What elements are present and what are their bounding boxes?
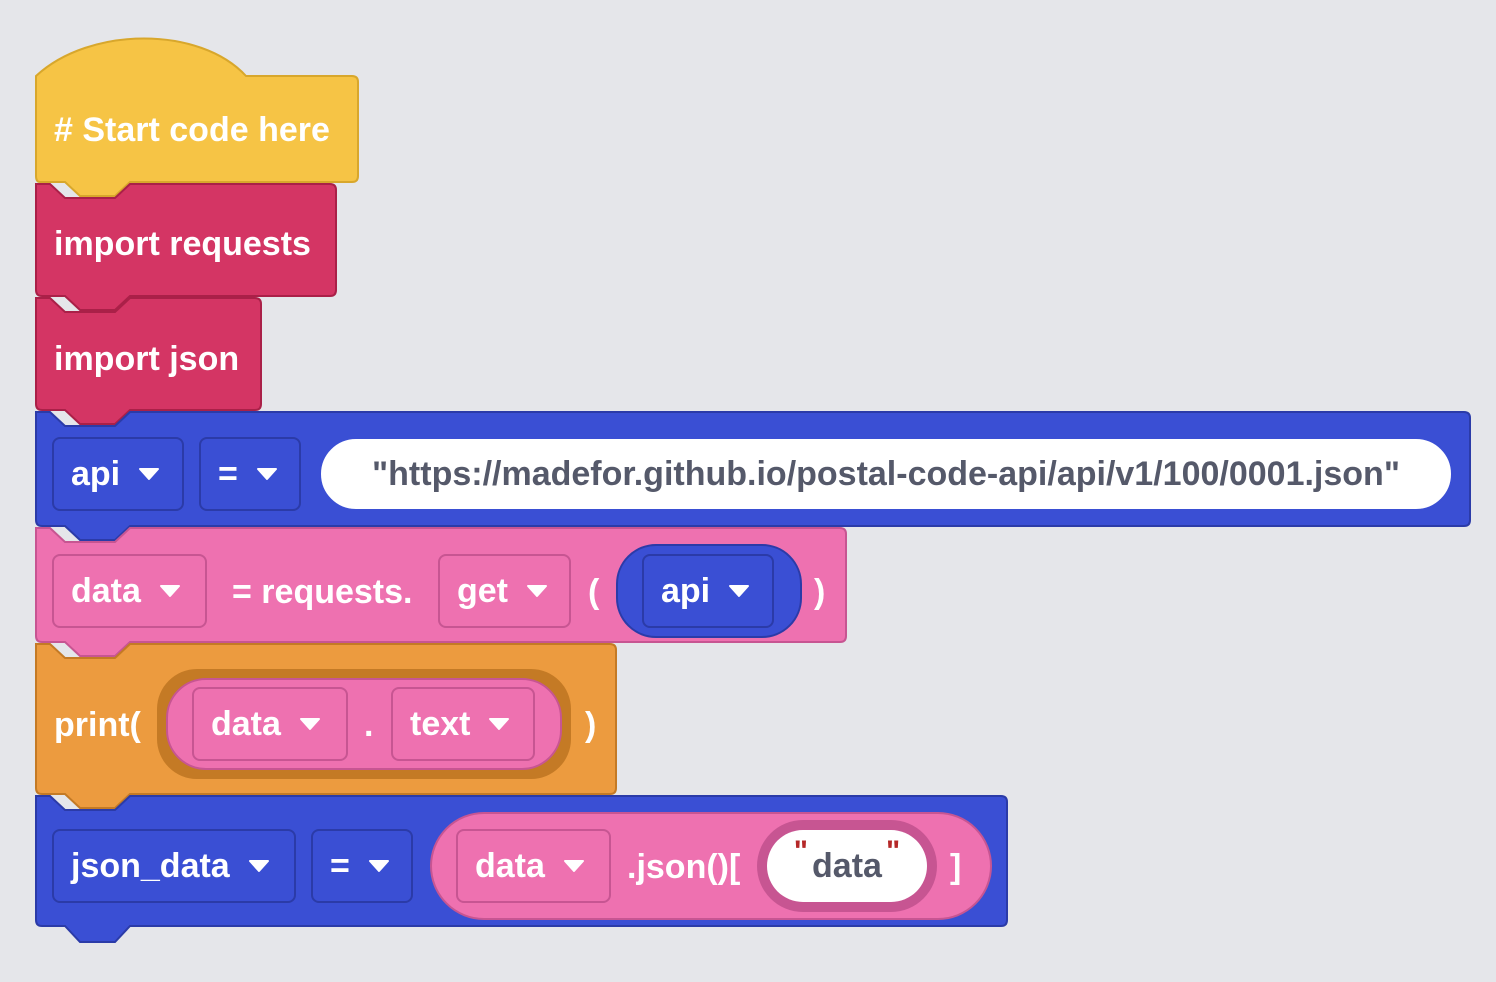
key-string-label: data [812,846,882,885]
json-variable-dropdown[interactable]: json_data [52,829,296,903]
caret-down-icon [256,468,277,480]
close-paren-label: ) [814,573,826,611]
caret-down-icon [159,585,180,597]
close-quote-mark: " [885,835,901,868]
api-operator-dropdown[interactable]: = [199,437,301,511]
print-attribute-label: text [410,704,471,743]
dot-label: . [364,706,374,744]
data-variable-dropdown[interactable]: data [52,554,207,628]
caret-down-icon [248,860,269,872]
json-object-label: data [475,846,545,885]
print-attribute-dropdown[interactable]: text [391,687,535,761]
data-variable-label: data [71,571,141,610]
import-requests-label: import requests [54,225,311,263]
caret-down-icon [139,468,160,480]
key-string-input[interactable]: " data " [767,830,927,902]
caret-down-icon [368,860,389,872]
caret-down-icon [299,718,320,730]
api-url-string-input[interactable]: "https://madefor.github.io/postal-code-a… [319,437,1453,511]
api-variable-label: api [71,454,121,493]
blocks-workspace[interactable]: # Start code here import requests import… [0,0,1496,982]
close-bracket-label: ] [950,848,962,886]
import-json-label: import json [54,340,240,378]
caret-down-icon [563,860,584,872]
request-method-label: get [457,571,508,610]
print-prefix-label: print( [54,706,141,744]
print-close-paren-label: ) [585,706,597,744]
open-quote-mark: " [793,835,809,868]
caret-down-icon [729,585,750,597]
print-object-dropdown[interactable]: data [192,687,348,761]
print-object-label: data [211,704,281,743]
caret-down-icon [527,585,547,597]
json-object-dropdown[interactable]: data [456,829,611,903]
requests-prefix-label: = requests. [232,573,413,611]
start-block-label: # Start code here [54,111,330,149]
open-paren-label: ( [588,573,600,611]
json-variable-label: json_data [71,846,230,885]
json-call-label: .json()[ [627,848,741,886]
api-variable-dropdown[interactable]: api [52,437,184,511]
api-argument-dropdown[interactable]: api [642,554,774,628]
api-argument-label: api [661,571,711,610]
caret-down-icon [489,718,510,730]
api-operator-label: = [218,454,238,493]
json-operator-label: = [330,846,350,885]
json-operator-dropdown[interactable]: = [311,829,413,903]
request-method-dropdown[interactable]: get [438,554,571,628]
